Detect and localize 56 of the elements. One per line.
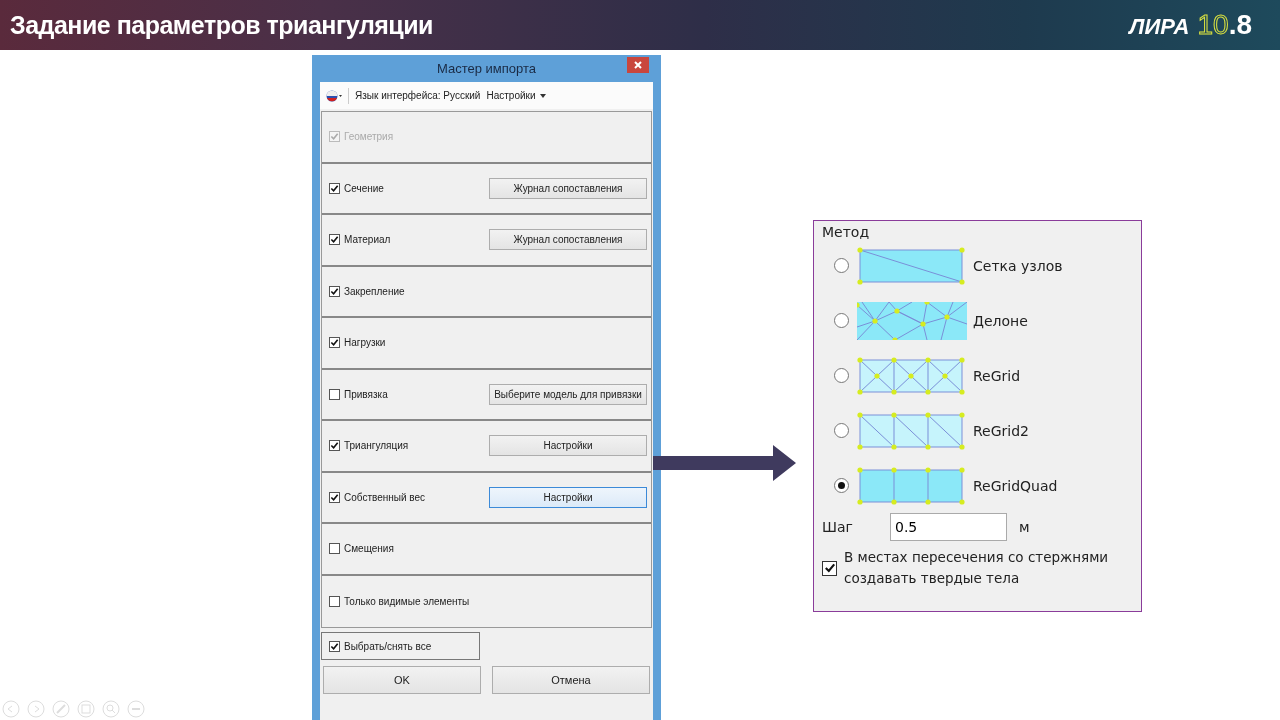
ok-button[interactable]: OK [323,666,481,694]
logo-text: ЛИРА [1129,14,1190,40]
option-label: ReGrid2 [973,422,1029,439]
group-title: Метод [822,224,871,240]
logo-version: 10 [1197,9,1229,41]
settings-menu[interactable]: Настройки [486,90,546,101]
checkbox[interactable] [329,182,340,194]
section-button[interactable]: Настройки [489,435,647,457]
select-all-label: Выбрать/снять все [344,640,432,652]
section-label: Смещения [344,543,394,555]
close-button[interactable] [627,57,649,73]
checkbox[interactable] [329,285,340,297]
cancel-button[interactable]: Отмена [492,666,650,694]
section-button[interactable]: Выберите модель для привязки [489,383,647,405]
section-label: Триангуляция [344,440,409,452]
checkbox[interactable] [329,491,340,503]
section-label: Нагрузки [344,337,386,349]
section-button[interactable]: Журнал сопоставления [489,229,647,251]
checkbox[interactable] [329,595,340,607]
arrow-icon [653,444,798,484]
close-icon [634,61,642,69]
slide-title: Задание параметров триангуляции [10,10,433,40]
section-label: Сечение [344,182,384,194]
step-input[interactable]: 0.5 [890,513,1007,541]
option-label: ReGrid [973,367,1021,384]
section-label: Привязка [344,388,388,400]
radio-button[interactable] [834,313,849,328]
option-label: Сетка узлов [973,257,1063,274]
checkbox[interactable] [329,234,340,246]
flag-icon[interactable] [326,89,342,102]
radio-button[interactable] [834,478,849,493]
checkbox[interactable] [329,388,340,400]
section-label: Собственный вес [344,491,426,503]
checkbox[interactable] [822,560,837,576]
radio-button[interactable] [834,423,849,438]
solid-option-label: В местах пересечения со стержнями создавать твердые тела [844,548,1110,588]
section-label: Материал [344,234,391,246]
section-label: Геометрия [344,131,394,143]
section-label: Только видимые элементы [344,595,470,607]
section-button[interactable]: Журнал сопоставления [489,177,647,199]
section-label: Закрепление [344,285,405,297]
checkbox[interactable] [329,337,340,349]
option-label: Делоне [973,312,1028,329]
unit-label: м [1019,519,1030,535]
option-label: ReGridQuad [973,477,1058,494]
caret-icon [539,93,546,98]
checkbox[interactable] [329,440,340,452]
section-button[interactable]: Настройки [489,486,647,508]
checkbox[interactable] [329,543,340,555]
step-label: Шаг [822,519,854,535]
language-label: Язык интерфейса: Русский [355,90,481,101]
radio-button[interactable] [834,368,849,383]
logo-version: .8 [1228,9,1252,41]
window-title: Мастер импорта [436,61,536,76]
radio-button[interactable] [834,258,849,273]
checkbox[interactable] [329,640,340,652]
